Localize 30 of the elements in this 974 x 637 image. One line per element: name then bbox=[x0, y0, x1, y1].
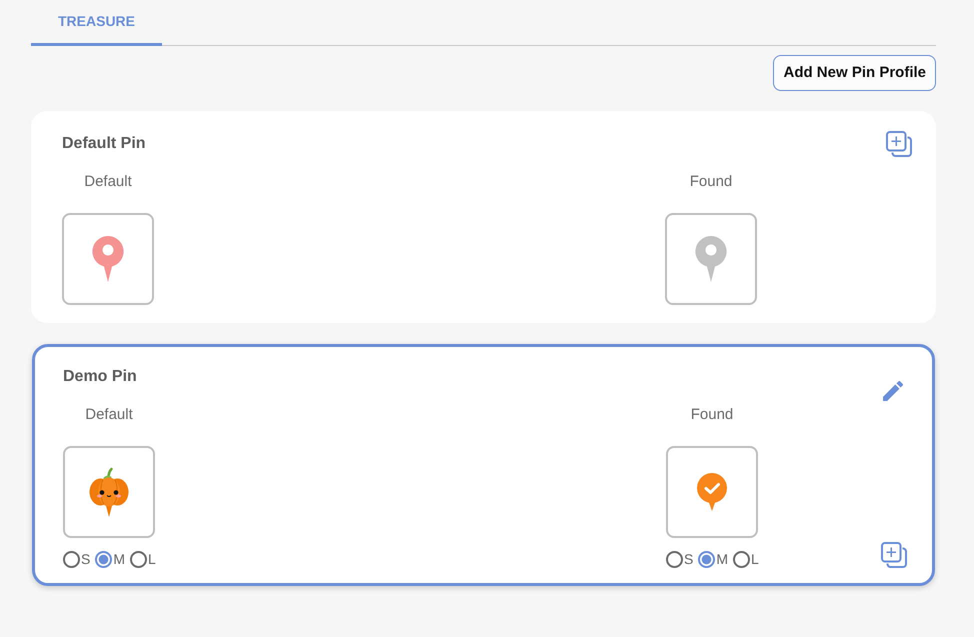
profile-title: Demo Pin bbox=[63, 367, 137, 387]
size-label: M bbox=[716, 551, 728, 568]
check-pin-icon bbox=[697, 473, 727, 511]
pin-preview-box[interactable] bbox=[665, 213, 757, 305]
size-label: S bbox=[81, 551, 90, 568]
size-label: S bbox=[684, 551, 694, 568]
size-label: L bbox=[751, 551, 759, 568]
add-profile-button[interactable]: Add New Pin Profile bbox=[773, 55, 936, 91]
profile-title: Default Pin bbox=[62, 134, 146, 154]
size-radio[interactable] bbox=[130, 551, 148, 568]
pin-slot-label: Default bbox=[85, 406, 133, 423]
size-radio[interactable] bbox=[698, 551, 716, 568]
size-radio[interactable] bbox=[95, 551, 112, 568]
pin-slot-label: Default bbox=[84, 173, 132, 190]
size-radio[interactable] bbox=[733, 551, 750, 568]
size-radio[interactable] bbox=[666, 551, 683, 568]
pin-preview-box[interactable] bbox=[666, 446, 758, 538]
pin-slot-label: Found bbox=[690, 173, 732, 190]
pin-preview-box[interactable] bbox=[63, 446, 155, 538]
size-radio[interactable] bbox=[63, 551, 80, 568]
edit-icon[interactable] bbox=[883, 381, 903, 401]
size-label: L bbox=[148, 551, 156, 568]
profile-card[interactable]: Default Pin Default Found bbox=[31, 111, 936, 323]
duplicate-icon[interactable] bbox=[881, 542, 907, 568]
pin-preview-box[interactable] bbox=[62, 213, 154, 305]
pin-slot-label: Found bbox=[690, 406, 734, 423]
size-label: M bbox=[113, 551, 126, 568]
profile-card[interactable]: Demo Pin Default S M L Found S M L bbox=[32, 344, 935, 586]
pumpkin-pin-icon bbox=[89, 467, 129, 517]
duplicate-icon[interactable] bbox=[886, 131, 912, 157]
